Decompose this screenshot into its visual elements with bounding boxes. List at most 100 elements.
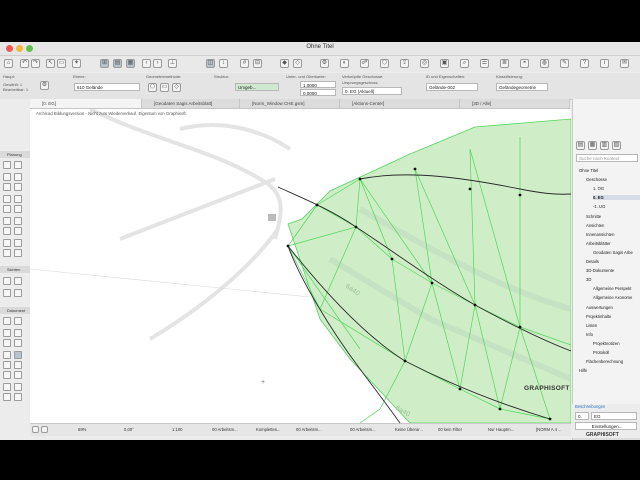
tree-item[interactable]: Geodaten Sagis Arbe <box>593 250 633 255</box>
door-tool-icon[interactable] <box>3 277 11 285</box>
settings-button[interactable]: Einstellungen... <box>575 422 637 430</box>
organizer-icon[interactable]: ☰ <box>480 59 489 68</box>
tree-item[interactable]: Listen <box>586 323 597 328</box>
undo-icon[interactable]: ↶ <box>20 59 29 68</box>
column-tool-icon-alt[interactable] <box>14 173 22 181</box>
tree-item[interactable]: Allgemeine Perspekt <box>593 286 631 291</box>
model-view-status[interactable]: 00 Arbeitsm... <box>350 426 376 434</box>
mesh-tool-icon[interactable] <box>3 351 11 359</box>
tree-item[interactable]: Ansichten <box>586 223 604 228</box>
attribute-icon[interactable]: ✎ <box>560 59 569 68</box>
guide-icon[interactable]: ↕ <box>219 59 228 68</box>
tree-item[interactable]: 0. EG <box>593 195 640 201</box>
structure-select[interactable]: Umgeb... <box>235 83 279 91</box>
tree-item[interactable]: Allgemeine Axonome <box>593 295 632 300</box>
tree-item[interactable]: Geschosse <box>586 177 607 182</box>
bim-icon[interactable]: ⬡ <box>380 59 389 68</box>
pen-set-icon[interactable]: ▦ <box>126 59 135 68</box>
tree-item[interactable]: Projektnotizen <box>593 341 620 346</box>
layer-combo-status[interactable]: 00 Arbeitsm... <box>212 426 238 434</box>
navigator-search[interactable]: Suche nach Kontext <box>576 154 638 162</box>
tree-item[interactable]: Protokoll <box>593 350 609 355</box>
wall-tool-icon-alt[interactable] <box>14 161 22 169</box>
tab-3d-alle[interactable]: [3D / Alle] <box>460 99 570 108</box>
graphic-override-icon[interactable]: ◓ <box>520 59 529 68</box>
roof-tool-icon-alt[interactable] <box>14 205 22 213</box>
line-tool-icon-alt[interactable] <box>14 383 22 391</box>
shell-tool-icon-alt[interactable] <box>14 217 22 225</box>
skylight-tool-icon[interactable] <box>3 317 11 325</box>
beam-tool-icon-alt[interactable] <box>14 183 22 191</box>
section-icon[interactable]: ◇ <box>293 59 302 68</box>
structure-display-status[interactable]: Komplettes... <box>256 426 280 434</box>
skylight-tool-icon-alt[interactable] <box>14 317 22 325</box>
tree-item[interactable]: 1. OG <box>593 186 604 191</box>
classification-select[interactable]: Geländegeometrie <box>496 83 548 91</box>
tree-item[interactable]: -1. UG <box>593 204 605 209</box>
object-tool-icon[interactable] <box>3 329 11 337</box>
tree-item[interactable]: Info <box>586 332 593 337</box>
stair-tool-icon-alt[interactable] <box>14 227 22 235</box>
beam-tool-icon[interactable] <box>3 183 11 191</box>
settings-icon[interactable]: ⚙ <box>320 59 329 68</box>
tab-geodaten[interactable]: [Geodaten Sagis Arbeitsblatt] <box>142 99 240 108</box>
geometry-rotated-icon[interactable]: ◇ <box>172 83 181 92</box>
morph-tool-icon[interactable] <box>3 361 11 369</box>
name-prefix-field[interactable]: 0. <box>575 412 589 420</box>
railing-tool-icon-alt[interactable] <box>14 239 22 247</box>
toolbox-section-sichten[interactable]: Sichten <box>0 266 30 273</box>
pen-set-status[interactable]: 00 Arbeitsm... <box>296 426 322 434</box>
arrow-left-icon[interactable]: ‹ <box>142 59 151 68</box>
railing-tool-icon[interactable] <box>3 239 11 247</box>
tree-item[interactable]: Flächenberechnung <box>586 359 623 364</box>
arc-tool-icon-alt[interactable] <box>14 393 22 401</box>
dimension-standard-status[interactable]: [NORM A 4 ... <box>536 426 562 434</box>
teamwork-icon[interactable]: ☍ <box>360 59 369 68</box>
override-status[interactable]: Keine Überar... <box>395 426 423 434</box>
tree-item[interactable]: Arbeitsblätter <box>586 241 611 246</box>
terrain-mesh[interactable] <box>287 118 571 423</box>
grid-icon[interactable]: # <box>240 59 249 68</box>
geometry-polygon-icon[interactable]: ⬠ <box>148 83 157 92</box>
zone-tool-icon[interactable] <box>3 339 11 347</box>
pointer-tool-icon[interactable]: ↖ <box>46 59 55 68</box>
bottom-offset-field[interactable]: 0,0000 <box>300 89 336 96</box>
tree-item[interactable]: Hilfe <box>579 368 587 373</box>
mesh-tool-icon-alt[interactable] <box>14 351 22 359</box>
marquee-tool-icon[interactable]: ▭ <box>57 59 66 68</box>
dimension-status[interactable]: Nur Hauptm... <box>488 426 514 434</box>
library-icon[interactable]: ▣ <box>440 59 449 68</box>
tree-item[interactable]: Details <box>586 259 599 264</box>
layer-combo-icon[interactable]: ▤ <box>113 59 122 68</box>
slab-tool-icon[interactable] <box>3 195 11 203</box>
curtain-wall-tool-icon[interactable] <box>3 249 11 257</box>
curtain-wall-tool-icon-alt[interactable] <box>14 249 22 257</box>
project-map-icon[interactable]: ▤ <box>576 141 585 150</box>
toolbox-section-dokument[interactable]: Dokument <box>0 307 30 314</box>
layout-book-icon[interactable]: ▥ <box>600 141 609 150</box>
tree-item[interactable]: 3D-Dokumente <box>586 268 614 273</box>
tree-item[interactable]: 3D <box>586 277 591 282</box>
find-select-icon[interactable]: ⌕ <box>460 59 469 68</box>
measure-icon[interactable]: ⊥ <box>168 59 177 68</box>
tree-item[interactable]: Innenansichten <box>586 232 614 237</box>
zone-tool-icon-alt[interactable] <box>14 339 22 347</box>
shell-tool-icon[interactable] <box>3 217 11 225</box>
tree-item[interactable]: Schnitte <box>586 214 601 219</box>
layers-icon[interactable]: ≣ <box>500 59 509 68</box>
name-value-field[interactable]: EG <box>591 412 637 420</box>
door-tool-icon-alt[interactable] <box>14 277 22 285</box>
renovation-filter-status[interactable]: 00 kein Filter <box>438 426 462 434</box>
zoom-in-icon[interactable] <box>32 426 39 433</box>
home-icon[interactable]: ⌂ <box>4 59 13 68</box>
view-map-icon[interactable]: ▦ <box>588 141 597 150</box>
tree-item[interactable]: Ohne Titel <box>579 168 598 173</box>
tab-norm-window[interactable]: [Norm_Window CHE.gsm] <box>240 99 340 108</box>
chat-icon[interactable]: ✉ <box>620 59 629 68</box>
zoom-level[interactable]: 69% <box>78 426 86 434</box>
object-tool-icon-alt[interactable] <box>14 329 22 337</box>
window-tool-icon[interactable] <box>3 289 11 297</box>
geometry-rect-icon[interactable]: ▭ <box>160 83 169 92</box>
line-tool-icon[interactable] <box>3 383 11 391</box>
render-icon[interactable]: ◐ <box>340 59 349 68</box>
